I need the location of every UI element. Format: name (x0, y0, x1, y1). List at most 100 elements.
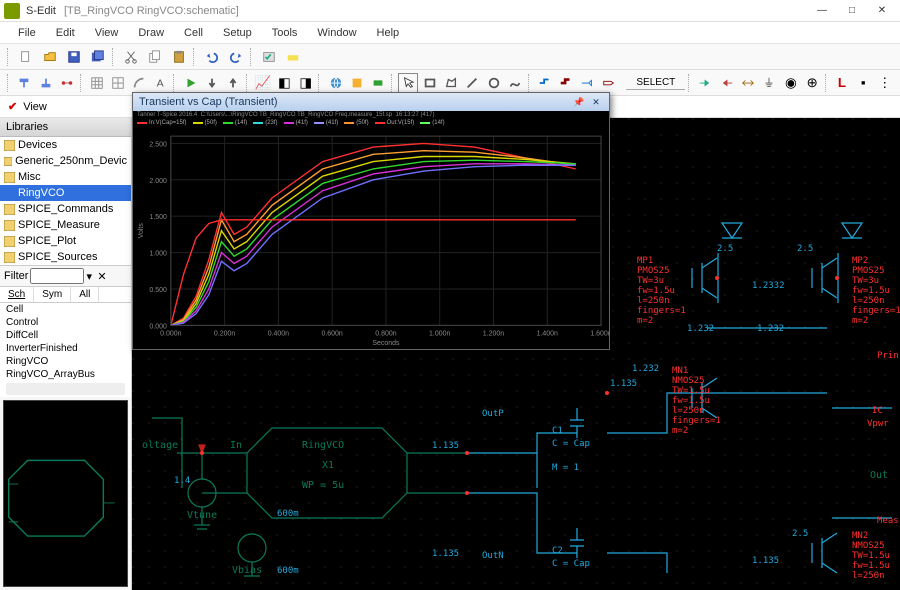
gen1-icon[interactable]: ◧ (275, 73, 294, 93)
filter-input[interactable] (30, 268, 84, 284)
menu-tools[interactable]: Tools (264, 25, 306, 41)
gnd-icon[interactable] (760, 73, 779, 93)
svg-text:0.800n: 0.800n (375, 330, 396, 337)
hierarchy-down-icon[interactable] (15, 73, 34, 93)
new-file-icon[interactable] (15, 47, 37, 67)
plot-close-icon[interactable]: ✕ (589, 95, 603, 109)
svg-text:IC: IC (872, 406, 883, 416)
symbol-preview (3, 400, 128, 587)
tab-sch[interactable]: Sch (0, 287, 34, 302)
play-icon[interactable] (181, 73, 200, 93)
text-icon[interactable]: A (151, 73, 170, 93)
component-icon[interactable] (369, 73, 388, 93)
library-item-selected[interactable]: RingVCO (0, 185, 131, 201)
layer-dot-icon[interactable]: ▪ (854, 73, 873, 93)
library-item[interactable]: Generic_250nm_Devic (0, 153, 131, 169)
path-icon[interactable] (505, 73, 524, 93)
wire-icon[interactable] (535, 73, 554, 93)
plot-pin-icon[interactable]: 📌 (572, 95, 586, 109)
tab-sym[interactable]: Sym (34, 287, 71, 302)
library-item[interactable]: SPICE_Measure (0, 217, 131, 233)
libraries-list[interactable]: Devices Generic_250nm_Devic Misc RingVCO… (0, 137, 131, 266)
svg-text:PMOS25: PMOS25 (637, 266, 670, 276)
gen2-icon[interactable]: ◨ (296, 73, 315, 93)
svg-text:1.135: 1.135 (752, 556, 779, 566)
menu-cell[interactable]: Cell (176, 25, 211, 41)
menu-help[interactable]: Help (369, 25, 408, 41)
layer-l-icon[interactable]: L (832, 73, 851, 93)
globe-icon[interactable] (326, 73, 345, 93)
svg-text:fw=1.5u: fw=1.5u (672, 396, 710, 406)
net-label-icon[interactable] (578, 73, 597, 93)
arrow-up-icon[interactable] (224, 73, 243, 93)
menu-window[interactable]: Window (309, 25, 364, 41)
cell-item[interactable]: Cell (0, 303, 131, 316)
copy-icon[interactable] (144, 47, 166, 67)
flag-icon[interactable]: ◉ (781, 73, 800, 93)
svg-text:C = Cap: C = Cap (552, 559, 590, 569)
undo-icon[interactable] (201, 47, 223, 67)
menu-setup[interactable]: Setup (215, 25, 260, 41)
grid-large-icon[interactable] (108, 73, 127, 93)
fill-icon[interactable] (347, 73, 366, 93)
svg-text:1.135: 1.135 (610, 379, 637, 389)
svg-text:fw=1.5u: fw=1.5u (852, 561, 890, 571)
pointer-icon[interactable] (398, 73, 418, 93)
highlight-icon[interactable] (282, 47, 304, 67)
arrow-down-icon[interactable] (202, 73, 221, 93)
hierarchy-up-icon[interactable] (36, 73, 55, 93)
svg-text:0.000: 0.000 (149, 323, 167, 330)
grid-small-icon[interactable] (87, 73, 106, 93)
tab-all[interactable]: All (71, 287, 99, 302)
close-button[interactable]: ✕ (868, 3, 896, 19)
rect-icon[interactable] (420, 73, 439, 93)
line-icon[interactable] (463, 73, 482, 93)
paste-icon[interactable] (168, 47, 190, 67)
library-item[interactable]: Devices (0, 137, 131, 153)
port-in-icon[interactable] (696, 73, 715, 93)
plot-titlebar[interactable]: Transient vs Cap (Transient) 📌 ✕ (133, 93, 609, 111)
app-title: S-Edit (26, 5, 56, 17)
redo-icon[interactable] (225, 47, 247, 67)
arc-icon[interactable] (130, 73, 149, 93)
cut-icon[interactable] (120, 47, 142, 67)
probe-v-icon[interactable]: ⊕ (802, 73, 821, 93)
cell-list[interactable]: Cell Control DiffCell InverterFinished R… (0, 303, 131, 397)
filter-row: Filter ▾ ✕ (0, 266, 131, 287)
poly-icon[interactable] (441, 73, 460, 93)
bus-wire-icon[interactable] (556, 73, 575, 93)
title-bar: S-Edit [TB_RingVCO RingVCO:schematic] — … (0, 0, 900, 22)
menu-view[interactable]: View (87, 25, 127, 41)
menu-edit[interactable]: Edit (48, 25, 83, 41)
port-label-icon[interactable] (599, 73, 618, 93)
plot-window[interactable]: Transient vs Cap (Transient) 📌 ✕ Tanner … (132, 92, 610, 350)
dropdown-icon[interactable]: ▾ (86, 270, 92, 283)
wave-icon[interactable]: 📈 (253, 73, 272, 93)
save-all-icon[interactable] (87, 47, 109, 67)
cell-item[interactable]: RingVCO (0, 355, 131, 368)
library-item[interactable]: SPICE_Plot (0, 233, 131, 249)
open-file-icon[interactable] (39, 47, 61, 67)
plot-area[interactable]: 0.0000.5001.0001.5002.0002.5000.000n0.20… (133, 127, 609, 349)
cell-item[interactable]: Control (0, 316, 131, 329)
net-icon[interactable] (57, 73, 76, 93)
save-icon[interactable] (63, 47, 85, 67)
library-item[interactable]: SPICE_Sources (0, 249, 131, 265)
menu-draw[interactable]: Draw (130, 25, 172, 41)
cell-item[interactable]: RingVCO_ArrayBus (0, 368, 131, 381)
filter-clear-icon[interactable]: ✕ (94, 268, 110, 284)
minimize-button[interactable]: — (808, 3, 836, 19)
port-inout-icon[interactable] (738, 73, 757, 93)
svg-text:2.5: 2.5 (797, 244, 813, 254)
drc-icon[interactable] (258, 47, 280, 67)
maximize-button[interactable]: □ (838, 3, 866, 19)
menu-file[interactable]: File (10, 25, 44, 41)
circle-icon[interactable] (484, 73, 503, 93)
svg-text:0.200n: 0.200n (214, 330, 235, 337)
cell-item[interactable]: DiffCell (0, 329, 131, 342)
port-out-icon[interactable] (717, 73, 736, 93)
library-item[interactable]: Misc (0, 169, 131, 185)
cell-item[interactable]: InverterFinished (0, 342, 131, 355)
library-item[interactable]: SPICE_Commands (0, 201, 131, 217)
layer-chain-icon[interactable]: ⋮ (875, 73, 894, 93)
